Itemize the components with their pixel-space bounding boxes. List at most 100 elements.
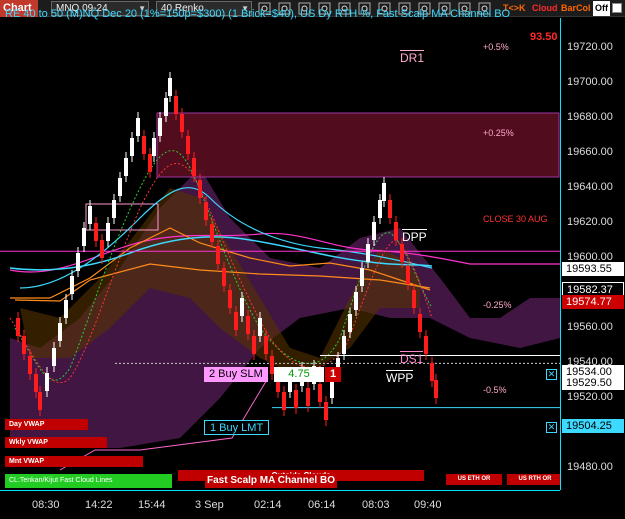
tenkan-label: CL:Tenkan/Kijut Fast Cloud Lines	[9, 477, 113, 484]
up-brick	[88, 206, 92, 224]
down-brick	[324, 402, 328, 420]
price-tick-label: 19680.00	[567, 111, 613, 123]
up-brick	[348, 314, 352, 332]
up-brick	[378, 200, 382, 218]
price-tick-label: 19520.00	[567, 391, 613, 403]
up-brick	[354, 292, 358, 310]
price-tick-label: 19620.00	[567, 216, 613, 228]
price-tick-label: 19660.00	[567, 146, 613, 158]
pct-label: +0.5%	[483, 42, 509, 53]
down-brick	[34, 374, 38, 392]
up-brick	[58, 323, 62, 341]
down-brick	[424, 336, 428, 354]
up-brick	[372, 222, 376, 240]
up-brick	[118, 178, 122, 196]
close-icon[interactable]: ✕	[546, 422, 557, 433]
down-brick	[388, 200, 392, 218]
price-tag: 19582.37	[562, 281, 624, 296]
down-brick	[228, 290, 232, 308]
down-brick	[222, 268, 226, 286]
up-brick	[70, 276, 74, 294]
up-brick	[258, 318, 262, 336]
down-brick	[400, 244, 404, 262]
fast-scalp-badge: Fast Scalp MA Channel BO	[205, 474, 337, 488]
down-brick	[142, 136, 146, 154]
time-tick-label: 15:44	[138, 499, 166, 511]
cloud-label: Cloud	[532, 3, 558, 13]
close-icon[interactable]: ✕	[546, 369, 557, 380]
up-brick	[158, 118, 162, 136]
badge-us-rth-or: US RTH OR	[507, 474, 563, 485]
up-brick	[382, 183, 386, 201]
pivot-level-dpp: DPP	[402, 228, 427, 244]
tenkan-cloud-badge: CL:Tenkan/Kijut Fast Cloud Lines	[5, 474, 172, 488]
up-brick	[330, 380, 334, 398]
up-brick	[152, 138, 156, 156]
time-tick-label: 02:14	[254, 499, 282, 511]
time-tick-label: 08:30	[32, 499, 60, 511]
price-tag: 19529.50	[562, 376, 624, 391]
time-axis[interactable]: 08:30 14:22 15:44 3 Sep 02:14 06:14 08:03 09:40	[0, 490, 560, 519]
down-brick	[246, 316, 250, 334]
barcol-label: BarCol	[561, 3, 591, 13]
checkbox[interactable]	[612, 3, 622, 13]
price-tag: 19593.55	[562, 262, 624, 277]
barcol-toggle-button[interactable]: BarCol	[559, 1, 593, 16]
off-label: Off	[595, 3, 608, 13]
buy-slm-count[interactable]: 1	[325, 367, 342, 382]
down-brick	[16, 318, 20, 336]
up-brick	[342, 336, 346, 354]
up-brick	[136, 118, 140, 136]
price-tick-label: 19600.00	[567, 251, 613, 263]
price-tag: 19574.77	[562, 295, 624, 310]
down-brick	[434, 380, 438, 398]
up-brick	[45, 373, 49, 391]
time-tick-label: 3 Sep	[195, 499, 224, 511]
down-brick	[318, 384, 322, 402]
down-brick	[174, 96, 178, 114]
down-brick	[100, 240, 104, 258]
price-tick-label: 19640.00	[567, 181, 613, 193]
down-brick	[148, 154, 152, 172]
price-tag: 19504.25	[562, 418, 624, 433]
down-brick	[94, 223, 98, 241]
buy-lmt-order-tag[interactable]: 1 Buy LMT	[204, 420, 270, 435]
time-tick-label: 09:40	[414, 499, 442, 511]
chart-title: RE 40 to 50 (M)NQ Dec 20 (1%=150p=$300) …	[5, 8, 511, 20]
up-brick	[64, 300, 68, 318]
up-brick	[130, 138, 134, 156]
time-tick-label: 14:22	[85, 499, 113, 511]
pivot-level-wpp: WPP	[386, 370, 414, 386]
down-brick	[234, 312, 238, 330]
down-brick	[210, 224, 214, 242]
down-brick	[412, 290, 416, 308]
up-brick	[76, 253, 80, 271]
cloud-toggle-button[interactable]: Cloud	[530, 1, 560, 16]
down-brick	[406, 266, 410, 284]
badge-mnt-vwap: Mnt VWAP	[5, 456, 143, 467]
down-brick	[282, 392, 286, 410]
down-brick	[430, 363, 434, 381]
time-tick-label: 06:14	[308, 499, 336, 511]
up-brick	[360, 268, 364, 286]
badge-wkly-vwap: Wkly VWAP	[5, 437, 107, 448]
fast-scalp-label: Fast Scalp MA Channel BO	[207, 475, 335, 486]
price-tick-label: 19560.00	[567, 321, 613, 333]
down-brick	[394, 222, 398, 240]
up-brick	[106, 223, 110, 241]
pct-label: -0.25%	[483, 299, 512, 310]
up-brick	[124, 158, 128, 176]
down-brick	[192, 158, 196, 176]
buy-slm-qty[interactable]: 4.75	[274, 367, 324, 382]
up-brick	[52, 348, 56, 366]
up-brick	[240, 298, 244, 316]
off-toggle-button[interactable]: Off	[593, 1, 610, 16]
price-axis[interactable]: 19720.00 19700.00 19680.00 19660.00 19640.00…	[560, 18, 625, 490]
up-brick	[366, 244, 370, 262]
buy-slm-order-tag[interactable]: 2 Buy SLM	[204, 367, 268, 382]
down-brick	[180, 114, 184, 132]
down-brick	[306, 388, 310, 406]
pct-label: CLOSE 30 AUG	[483, 213, 548, 224]
price-tick-label: 19700.00	[567, 76, 613, 88]
up-brick	[112, 200, 116, 218]
